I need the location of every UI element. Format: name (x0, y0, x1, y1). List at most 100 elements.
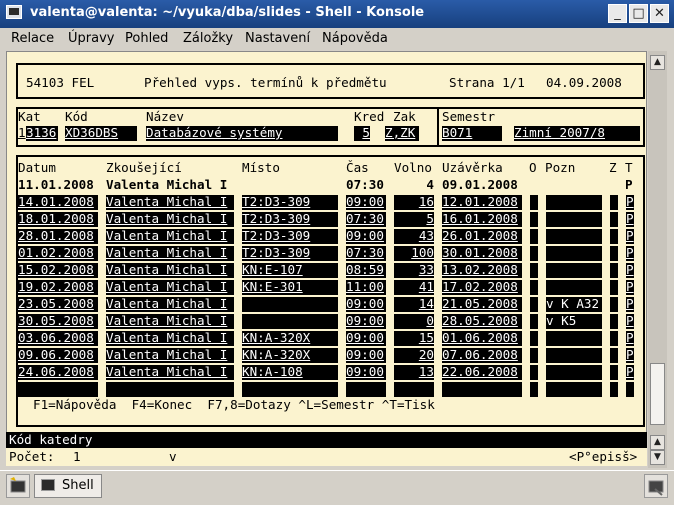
cell-o[interactable] (530, 365, 538, 380)
cell-cas[interactable]: 09:00 (346, 348, 386, 363)
cell-volno[interactable]: 15 (394, 331, 434, 346)
cell-uzaverka[interactable]: 28.05.2008 (442, 314, 522, 329)
cell-o[interactable] (530, 195, 538, 210)
cell-pozn[interactable] (546, 280, 602, 295)
cell-uzaverka[interactable]: 07.06.2008 (442, 348, 522, 363)
cell-misto[interactable]: KN:E-301 (242, 280, 338, 295)
kat-field[interactable]: 3136 (26, 126, 58, 141)
cell-t[interactable]: P (626, 246, 634, 261)
cell-t[interactable]: P (626, 297, 634, 312)
cell-o[interactable] (530, 280, 538, 295)
empty-cell-volno[interactable] (394, 382, 434, 397)
cell-datum[interactable]: 01.02.2008 (18, 246, 98, 261)
tab-shell[interactable]: Shell (34, 474, 102, 498)
cell-zkousejici[interactable]: Valenta Michal I (106, 246, 234, 261)
cell-zkousejici[interactable]: Valenta Michal I (106, 365, 234, 380)
cell-misto[interactable] (242, 297, 338, 312)
cell-t[interactable]: P (626, 195, 634, 210)
semestr-code-field[interactable]: B071 (442, 126, 502, 141)
cell-misto[interactable]: KN:E-107 (242, 263, 338, 278)
cell-datum[interactable]: 28.01.2008 (18, 229, 98, 244)
cell-z[interactable] (610, 331, 618, 346)
cell-uzaverka[interactable]: 22.06.2008 (442, 365, 522, 380)
cell-uzaverka[interactable]: 21.05.2008 (442, 297, 522, 312)
kred-field[interactable]: 5 (354, 126, 370, 141)
terminal-screen[interactable]: 54103 FEL Přehled vyps. termínů k předmě… (7, 52, 646, 432)
cell-z[interactable] (610, 263, 618, 278)
cell-z[interactable] (610, 348, 618, 363)
new-session-icon[interactable] (6, 474, 30, 498)
cell-zkousejici[interactable]: Valenta Michal I (106, 195, 234, 210)
cell-o[interactable] (530, 229, 538, 244)
cell-pozn[interactable] (546, 348, 602, 363)
cell-datum[interactable]: 15.02.2008 (18, 263, 98, 278)
cell-misto[interactable]: KN:A-108 (242, 365, 338, 380)
cell-t[interactable]: P (626, 348, 634, 363)
cell-o[interactable] (530, 331, 538, 346)
scroll-up-button[interactable]: ▲ (650, 55, 665, 70)
cell-z[interactable] (610, 229, 618, 244)
empty-cell-cas[interactable] (346, 382, 386, 397)
semestr-name-field[interactable]: Zimní 2007/8 (514, 126, 640, 141)
cell-cas[interactable]: 09:00 (346, 229, 386, 244)
cell-cas[interactable]: 09:00 (346, 314, 386, 329)
cell-cas[interactable]: 07:30 (346, 212, 386, 227)
cell-volno[interactable]: 41 (394, 280, 434, 295)
cell-t[interactable]: P (626, 365, 634, 380)
empty-cell-pozn[interactable] (546, 382, 602, 397)
cell-uzaverka[interactable]: 16.01.2008 (442, 212, 522, 227)
cell-datum[interactable]: 09.06.2008 (18, 348, 98, 363)
cell-o[interactable] (530, 246, 538, 261)
cell-pozn[interactable]: v K5 (546, 314, 602, 329)
cell-t[interactable]: P (626, 263, 634, 278)
scroll-thumb[interactable] (650, 363, 665, 425)
cell-cas[interactable]: 09:00 (346, 297, 386, 312)
cell-cas[interactable]: 07:30 (346, 246, 386, 261)
empty-cell-z[interactable] (610, 382, 618, 397)
cell-zkousejici[interactable]: Valenta Michal I (106, 212, 234, 227)
konsole-app-icon[interactable] (6, 5, 22, 19)
close-session-icon[interactable] (644, 474, 668, 498)
cell-uzaverka[interactable]: 12.01.2008 (442, 195, 522, 210)
cell-t[interactable]: P (626, 280, 634, 295)
cell-misto[interactable]: KN:A-320X (242, 331, 338, 346)
cell-cas[interactable]: 09:00 (346, 331, 386, 346)
cell-z[interactable] (610, 280, 618, 295)
zak-field[interactable]: Z,ZK (385, 126, 419, 141)
cell-zkousejici[interactable]: Valenta Michal I (106, 314, 234, 329)
cell-pozn[interactable] (546, 229, 602, 244)
close-button[interactable]: ✕ (650, 4, 669, 23)
cell-zkousejici[interactable]: Valenta Michal I (106, 297, 234, 312)
cell-z[interactable] (610, 195, 618, 210)
cell-misto[interactable]: T2:D3-309 (242, 246, 338, 261)
menu-upravy[interactable]: Úpravy (68, 31, 114, 46)
cell-volno[interactable]: 16 (394, 195, 434, 210)
empty-cell-zkousejici[interactable] (106, 382, 234, 397)
minimize-button[interactable]: _ (608, 4, 627, 23)
cell-o[interactable] (530, 212, 538, 227)
cell-datum[interactable]: 14.01.2008 (18, 195, 98, 210)
cell-datum[interactable]: 24.06.2008 (18, 365, 98, 380)
cell-uzaverka[interactable]: 30.01.2008 (442, 246, 522, 261)
scroll-down-button[interactable]: ▼ (650, 450, 665, 465)
cell-t[interactable]: P (626, 212, 634, 227)
cell-misto[interactable]: T2:D3-309 (242, 195, 338, 210)
empty-cell-misto[interactable] (242, 382, 338, 397)
cell-misto[interactable]: T2:D3-309 (242, 212, 338, 227)
cell-volno[interactable]: 43 (394, 229, 434, 244)
cell-misto[interactable]: T2:D3-309 (242, 229, 338, 244)
empty-cell-datum[interactable] (18, 382, 98, 397)
cell-zkousejici[interactable]: Valenta Michal I (106, 331, 234, 346)
cell-t[interactable]: P (626, 229, 634, 244)
cell-o[interactable] (530, 263, 538, 278)
empty-cell-o[interactable] (530, 382, 538, 397)
cell-uzaverka[interactable]: 01.06.2008 (442, 331, 522, 346)
cell-pozn[interactable] (546, 331, 602, 346)
cell-misto[interactable]: KN:A-320X (242, 348, 338, 363)
cell-cas[interactable]: 08:59 (346, 263, 386, 278)
cell-o[interactable] (530, 348, 538, 363)
cell-z[interactable] (610, 212, 618, 227)
cell-volno[interactable]: 13 (394, 365, 434, 380)
menu-zalozky[interactable]: Záložky (183, 31, 233, 46)
cell-uzaverka[interactable]: 13.02.2008 (442, 263, 522, 278)
